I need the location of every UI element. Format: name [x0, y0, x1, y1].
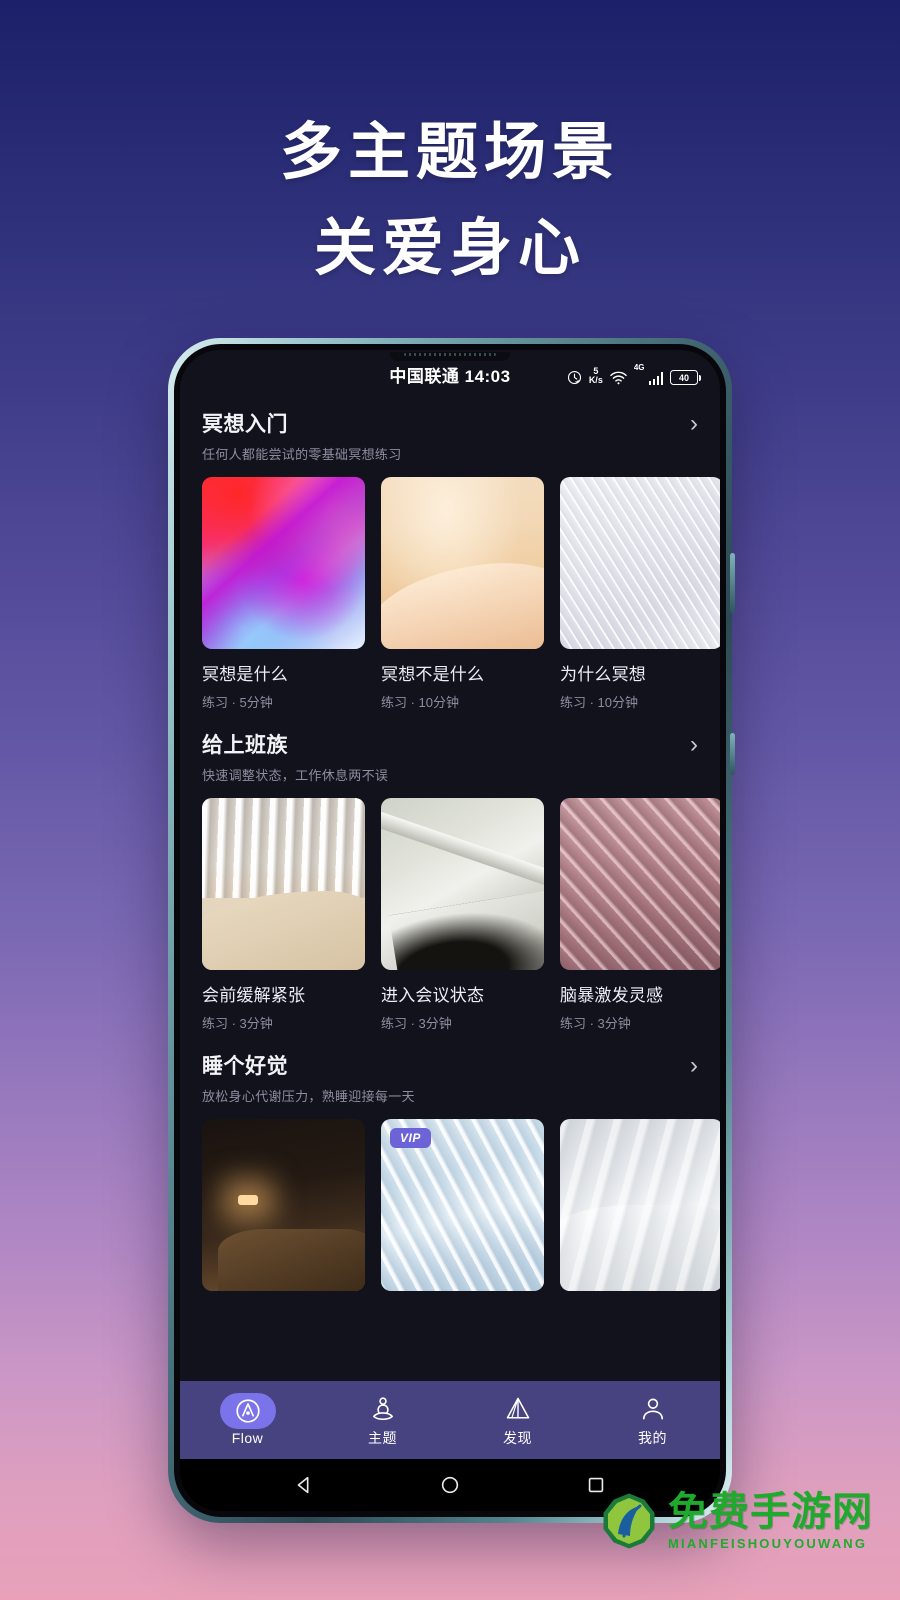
card-thumbnail	[560, 798, 720, 970]
meditation-person-icon	[361, 1393, 405, 1425]
phone-power-button[interactable]	[730, 733, 735, 775]
tab-themes[interactable]: 主题	[315, 1393, 450, 1448]
content-card[interactable]: 为什么冥想 练习 · 10分钟	[560, 477, 720, 711]
card-meta: 练习 · 5分钟	[202, 695, 273, 710]
content-card[interactable]: 脑暴激发灵感 练习 · 3分钟	[560, 798, 720, 1032]
network-type-label: 4G	[633, 363, 645, 372]
card-thumbnail	[560, 477, 720, 649]
card-meta: 练习 · 3分钟	[202, 1016, 273, 1031]
phone-volume-button[interactable]	[730, 553, 735, 613]
card-title: 为什么冥想	[560, 665, 646, 684]
section-good-sleep: 睡个好觉 放松身心代谢压力，熟睡迎接每一天 › VIP	[202, 1050, 720, 1291]
section-title: 冥想入门	[202, 413, 288, 436]
watermark-en: MIANFEISHOUYOUWANG	[668, 1536, 868, 1551]
card-thumbnail	[381, 477, 544, 649]
content-card[interactable]: VIP	[381, 1119, 544, 1291]
network-speed-indicator: 5 K/s	[589, 367, 603, 385]
alarm-icon	[567, 370, 582, 385]
tab-mine[interactable]: 我的	[585, 1393, 720, 1448]
hero-headline: 多主题场景 关爱身心	[0, 105, 900, 297]
phone-speaker-grille	[404, 353, 496, 356]
back-triangle-icon[interactable]	[282, 1463, 326, 1507]
section-office-workers: 给上班族 快速调整状态，工作休息两不误 › 会前缓解紧张 练习 · 3分钟 进入…	[202, 729, 720, 1032]
hero-line-1: 多主题场景	[279, 118, 620, 187]
section-header[interactable]: 睡个好觉 放松身心代谢压力，熟睡迎接每一天 ›	[202, 1050, 698, 1105]
section-title: 给上班族	[202, 734, 288, 757]
card-thumbnail	[202, 1119, 365, 1291]
tab-label: 主题	[368, 1429, 397, 1446]
signal-bars-icon	[648, 372, 663, 385]
tab-label: 我的	[638, 1429, 667, 1446]
card-thumbnail	[381, 798, 544, 970]
card-meta: 练习 · 10分钟	[560, 695, 639, 710]
phone-mockup: 中国联通 14:03 5 K/s 4G 40 冥想入门 任何人都能尝试的零基础冥…	[168, 338, 735, 1523]
section-title: 睡个好觉	[202, 1055, 288, 1078]
site-watermark: 免费手游网 MIANFEISHOUYOUWANG	[600, 1490, 873, 1551]
card-row: 会前缓解紧张 练习 · 3分钟 进入会议状态 练习 · 3分钟 脑暴激发灵感 练…	[202, 798, 720, 1032]
network-speed-unit: K/s	[588, 375, 603, 385]
app-content: 冥想入门 任何人都能尝试的零基础冥想练习 › 冥想是什么 练习 · 5分钟 冥想…	[180, 398, 720, 1511]
chevron-right-icon[interactable]: ›	[690, 733, 698, 757]
flow-icon	[219, 1392, 276, 1429]
watermark-logo-icon	[600, 1492, 658, 1550]
section-header[interactable]: 冥想入门 任何人都能尝试的零基础冥想练习 ›	[202, 408, 698, 463]
card-meta: 练习 · 3分钟	[560, 1016, 631, 1031]
content-card[interactable]: 进入会议状态 练习 · 3分钟	[381, 798, 544, 1032]
card-row: VIP	[202, 1119, 720, 1291]
hero-line-2: 关爱身心	[313, 214, 586, 283]
card-meta: 练习 · 10分钟	[381, 695, 460, 710]
chevron-right-icon[interactable]: ›	[690, 412, 698, 436]
section-meditation-intro: 冥想入门 任何人都能尝试的零基础冥想练习 › 冥想是什么 练习 · 5分钟 冥想…	[202, 408, 720, 711]
card-title: 冥想不是什么	[381, 665, 485, 684]
section-subtitle: 放松身心代谢压力，熟睡迎接每一天	[202, 1089, 415, 1104]
card-title: 脑暴激发灵感	[560, 986, 664, 1005]
section-subtitle: 快速调整状态，工作休息两不误	[202, 768, 389, 783]
tab-flow[interactable]: Flow	[180, 1392, 315, 1446]
chevron-right-icon[interactable]: ›	[690, 1054, 698, 1078]
phone-screen: 中国联通 14:03 5 K/s 4G 40 冥想入门 任何人都能尝试的零基础冥…	[180, 350, 720, 1511]
content-card[interactable]: 冥想是什么 练习 · 5分钟	[202, 477, 365, 711]
section-subtitle: 任何人都能尝试的零基础冥想练习	[202, 447, 402, 462]
bottom-tab-bar: Flow 主题 发现 我的	[180, 1381, 720, 1459]
person-icon	[631, 1393, 675, 1425]
tab-label: Flow	[231, 1429, 264, 1446]
card-title: 冥想是什么	[202, 665, 288, 684]
status-carrier-time: 中国联通 14:03	[389, 366, 511, 386]
prism-icon	[496, 1393, 540, 1425]
card-thumbnail	[202, 477, 365, 649]
tab-label: 发现	[503, 1429, 532, 1446]
tab-discover[interactable]: 发现	[450, 1393, 585, 1448]
content-card[interactable]	[560, 1119, 720, 1291]
status-icons: 5 K/s 4G 40	[567, 363, 701, 385]
card-thumbnail	[202, 798, 365, 970]
watermark-cn: 免费手游网	[668, 1490, 873, 1534]
content-card[interactable]	[202, 1119, 365, 1291]
home-circle-icon[interactable]	[428, 1463, 472, 1507]
card-thumbnail: VIP	[381, 1119, 544, 1291]
content-card[interactable]: 会前缓解紧张 练习 · 3分钟	[202, 798, 365, 1032]
vip-badge: VIP	[390, 1128, 431, 1148]
card-row: 冥想是什么 练习 · 5分钟 冥想不是什么 练习 · 10分钟 为什么冥想 练习…	[202, 477, 720, 711]
content-card[interactable]: 冥想不是什么 练习 · 10分钟	[381, 477, 544, 711]
card-thumbnail	[560, 1119, 720, 1291]
watermark-text: 免费手游网 MIANFEISHOUYOUWANG	[668, 1490, 873, 1551]
wifi-icon	[610, 371, 627, 385]
battery-level: 40	[678, 372, 689, 383]
battery-icon: 40	[670, 370, 701, 385]
card-title: 进入会议状态	[381, 986, 485, 1005]
scroll-area[interactable]: 冥想入门 任何人都能尝试的零基础冥想练习 › 冥想是什么 练习 · 5分钟 冥想…	[180, 408, 720, 1511]
section-header[interactable]: 给上班族 快速调整状态，工作休息两不误 ›	[202, 729, 698, 784]
card-meta: 练习 · 3分钟	[381, 1016, 452, 1031]
card-title: 会前缓解紧张	[202, 986, 306, 1005]
